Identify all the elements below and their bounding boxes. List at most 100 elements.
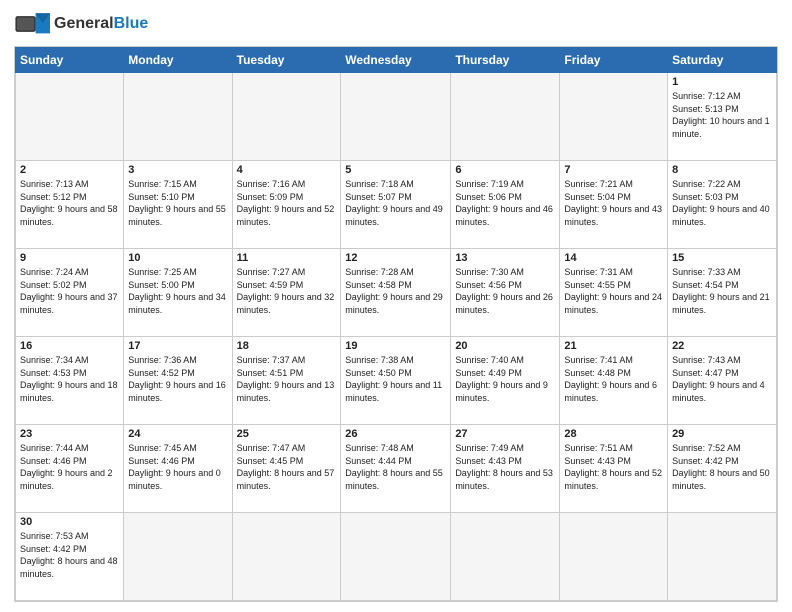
- day-number: 11: [237, 252, 337, 264]
- calendar-cell: 9 Sunrise: 7:24 AMSunset: 5:02 PMDaylight…: [16, 249, 124, 337]
- day-info: Sunrise: 7:21 AMSunset: 5:04 PMDaylight:…: [564, 178, 663, 228]
- header-thursday: Thursday: [451, 48, 560, 73]
- day-number: 21: [564, 340, 663, 352]
- day-number: 24: [128, 428, 227, 440]
- day-number: 19: [345, 340, 446, 352]
- calendar-week-row: 30Sunrise: 7:53 AMSunset: 4:42 PMDayligh…: [16, 513, 777, 601]
- calendar-cell: [451, 513, 560, 601]
- header-sunday: Sunday: [16, 48, 124, 73]
- calendar-cell: 23Sunrise: 7:44 AMSunset: 4:46 PMDayligh…: [16, 425, 124, 513]
- calendar-week-row: 23Sunrise: 7:44 AMSunset: 4:46 PMDayligh…: [16, 425, 777, 513]
- day-info: Sunrise: 7:48 AMSunset: 4:44 PMDaylight:…: [345, 442, 446, 492]
- day-info: Sunrise: 7:19 AMSunset: 5:06 PMDaylight:…: [455, 178, 555, 228]
- calendar-cell: [16, 73, 124, 161]
- logo-icon: [14, 10, 50, 38]
- day-number: 22: [672, 340, 772, 352]
- calendar-cell: 30Sunrise: 7:53 AMSunset: 4:42 PMDayligh…: [16, 513, 124, 601]
- day-info: Sunrise: 7:27 AMSunset: 4:59 PMDaylight:…: [237, 266, 337, 316]
- day-info: Sunrise: 7:37 AMSunset: 4:51 PMDaylight:…: [237, 354, 337, 404]
- calendar-week-row: 1Sunrise: 7:12 AMSunset: 5:13 PMDaylight…: [16, 73, 777, 161]
- day-info: Sunrise: 7:24 AMSunset: 5:02 PMDaylight:…: [20, 266, 119, 316]
- day-info: Sunrise: 7:36 AMSunset: 4:52 PMDaylight:…: [128, 354, 227, 404]
- calendar-cell: 27 Sunrise: 7:49 AMSunset: 4:43 PMDayligh…: [451, 425, 560, 513]
- day-info: Sunrise: 7:33 AMSunset: 4:54 PMDaylight:…: [672, 266, 772, 316]
- day-number: 25: [237, 428, 337, 440]
- logo-blue: Blue: [114, 15, 149, 32]
- calendar-cell: 10 Sunrise: 7:25 AMSunset: 5:00 PMDayligh…: [124, 249, 232, 337]
- day-number: 27: [455, 428, 555, 440]
- day-info: Sunrise: 7:40 AMSunset: 4:49 PMDaylight:…: [455, 354, 555, 404]
- calendar-cell: 4 Sunrise: 7:16 AMSunset: 5:09 PMDaylight…: [232, 161, 341, 249]
- header: GeneralBlue: [14, 10, 778, 38]
- calendar-cell: 29Sunrise: 7:52 AMSunset: 4:42 PMDayligh…: [668, 425, 777, 513]
- calendar-cell: 14 Sunrise: 7:31 AMSunset: 4:55 PMDayligh…: [560, 249, 668, 337]
- day-number: 3: [128, 164, 227, 176]
- day-info: Sunrise: 7:28 AMSunset: 4:58 PMDaylight:…: [345, 266, 446, 316]
- day-info: Sunrise: 7:25 AMSunset: 5:00 PMDaylight:…: [128, 266, 227, 316]
- day-number: 14: [564, 252, 663, 264]
- calendar-cell: [560, 513, 668, 601]
- calendar-cell: 20 Sunrise: 7:40 AMSunset: 4:49 PMDayligh…: [451, 337, 560, 425]
- header-friday: Friday: [560, 48, 668, 73]
- day-info: Sunrise: 7:38 AMSunset: 4:50 PMDaylight:…: [345, 354, 446, 404]
- header-tuesday: Tuesday: [232, 48, 341, 73]
- day-number: 17: [128, 340, 227, 352]
- day-info: Sunrise: 7:15 AMSunset: 5:10 PMDaylight:…: [128, 178, 227, 228]
- header-monday: Monday: [124, 48, 232, 73]
- calendar-cell: 26Sunrise: 7:48 AMSunset: 4:44 PMDayligh…: [341, 425, 451, 513]
- day-info: Sunrise: 7:45 AMSunset: 4:46 PMDaylight:…: [128, 442, 227, 492]
- calendar-cell: 5 Sunrise: 7:18 AMSunset: 5:07 PMDaylight…: [341, 161, 451, 249]
- day-number: 10: [128, 252, 227, 264]
- calendar-cell: [341, 73, 451, 161]
- day-info: Sunrise: 7:18 AMSunset: 5:07 PMDaylight:…: [345, 178, 446, 228]
- day-info: Sunrise: 7:31 AMSunset: 4:55 PMDaylight:…: [564, 266, 663, 316]
- day-info: Sunrise: 7:49 AMSunset: 4:43 PMDaylight:…: [455, 442, 555, 492]
- calendar-cell: 11 Sunrise: 7:27 AMSunset: 4:59 PMDayligh…: [232, 249, 341, 337]
- calendar-cell: 6 Sunrise: 7:19 AMSunset: 5:06 PMDaylight…: [451, 161, 560, 249]
- calendar-header-row: Sunday Monday Tuesday Wednesday Thursday…: [16, 48, 777, 73]
- calendar: Sunday Monday Tuesday Wednesday Thursday…: [14, 46, 778, 602]
- page: GeneralBlue Sunday Monday Tuesday Wednes…: [0, 0, 792, 612]
- day-info: Sunrise: 7:41 AMSunset: 4:48 PMDaylight:…: [564, 354, 663, 404]
- calendar-cell: [232, 513, 341, 601]
- day-info: Sunrise: 7:22 AMSunset: 5:03 PMDaylight:…: [672, 178, 772, 228]
- day-number: 2: [20, 164, 119, 176]
- day-number: 4: [237, 164, 337, 176]
- day-info: Sunrise: 7:47 AMSunset: 4:45 PMDaylight:…: [237, 442, 337, 492]
- calendar-week-row: 9 Sunrise: 7:24 AMSunset: 5:02 PMDaylight…: [16, 249, 777, 337]
- calendar-cell: 18Sunrise: 7:37 AMSunset: 4:51 PMDayligh…: [232, 337, 341, 425]
- calendar-cell: 19 Sunrise: 7:38 AMSunset: 4:50 PMDayligh…: [341, 337, 451, 425]
- day-info: Sunrise: 7:12 AMSunset: 5:13 PMDaylight:…: [672, 90, 772, 140]
- day-number: 20: [455, 340, 555, 352]
- day-number: 9: [20, 252, 119, 264]
- day-info: Sunrise: 7:44 AMSunset: 4:46 PMDaylight:…: [20, 442, 119, 492]
- day-info: Sunrise: 7:16 AMSunset: 5:09 PMDaylight:…: [237, 178, 337, 228]
- day-number: 16: [20, 340, 119, 352]
- logo: GeneralBlue: [14, 10, 148, 38]
- header-wednesday: Wednesday: [341, 48, 451, 73]
- calendar-cell: [451, 73, 560, 161]
- calendar-cell: 12Sunrise: 7:28 AMSunset: 4:58 PMDayligh…: [341, 249, 451, 337]
- day-number: 29: [672, 428, 772, 440]
- calendar-cell: [124, 513, 232, 601]
- calendar-cell: 28Sunrise: 7:51 AMSunset: 4:43 PMDayligh…: [560, 425, 668, 513]
- calendar-cell: 7Sunrise: 7:21 AMSunset: 5:04 PMDaylight…: [560, 161, 668, 249]
- day-number: 28: [564, 428, 663, 440]
- logo-text-block: GeneralBlue: [54, 15, 148, 33]
- day-info: Sunrise: 7:34 AMSunset: 4:53 PMDaylight:…: [20, 354, 119, 404]
- calendar-cell: 2Sunrise: 7:13 AMSunset: 5:12 PMDaylight…: [16, 161, 124, 249]
- day-number: 6: [455, 164, 555, 176]
- day-number: 5: [345, 164, 446, 176]
- calendar-cell: 1Sunrise: 7:12 AMSunset: 5:13 PMDaylight…: [668, 73, 777, 161]
- calendar-cell: 17 Sunrise: 7:36 AMSunset: 4:52 PMDayligh…: [124, 337, 232, 425]
- calendar-cell: 13Sunrise: 7:30 AMSunset: 4:56 PMDayligh…: [451, 249, 560, 337]
- day-info: Sunrise: 7:30 AMSunset: 4:56 PMDaylight:…: [455, 266, 555, 316]
- header-saturday: Saturday: [668, 48, 777, 73]
- calendar-cell: [124, 73, 232, 161]
- logo-general: General: [54, 15, 114, 32]
- calendar-week-row: 16 Sunrise: 7:34 AMSunset: 4:53 PMDayligh…: [16, 337, 777, 425]
- calendar-cell: [668, 513, 777, 601]
- calendar-cell: 25 Sunrise: 7:47 AMSunset: 4:45 PMDayligh…: [232, 425, 341, 513]
- calendar-cell: 21 Sunrise: 7:41 AMSunset: 4:48 PMDayligh…: [560, 337, 668, 425]
- day-number: 8: [672, 164, 772, 176]
